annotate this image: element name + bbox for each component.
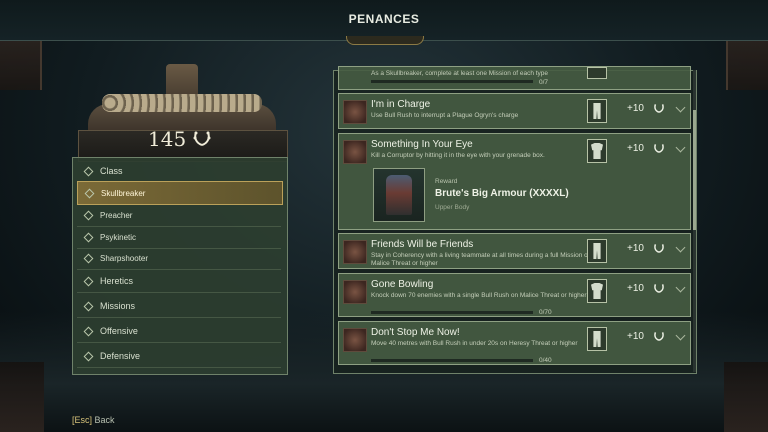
shrine-skulls — [102, 94, 262, 112]
category-label: Defensive — [100, 351, 141, 361]
penance-desc: Stay in Coherency with a living teammate… — [371, 252, 592, 267]
penance-desc: As a Skullbreaker, complete at least one… — [371, 70, 549, 77]
laurel-icon — [654, 332, 664, 341]
penance-card-gone-bowling[interactable]: Gone Bowling Knock down 70 enemies with … — [338, 273, 691, 317]
progress-bar — [371, 359, 533, 362]
progress-value: 0/70 — [539, 309, 552, 316]
category-label: Missions — [100, 301, 136, 311]
penance-desc: Use Bull Rush to interrupt a Plague Ogry… — [371, 112, 519, 119]
diamond-bullet-icon — [83, 253, 94, 263]
back-key-hint: [Esc] — [72, 415, 93, 425]
progress-value: 0/7 — [539, 79, 549, 86]
penance-card-skullbreaker-missions[interactable]: As a Skullbreaker, complete at least one… — [338, 66, 691, 90]
chevron-down-icon[interactable] — [675, 282, 686, 293]
category-label: Psykinetic — [100, 232, 137, 242]
reward-kicker: Reward — [435, 178, 458, 185]
penance-points: +10 — [627, 283, 644, 294]
category-label: Heretics — [100, 276, 134, 286]
penance-name: Friends Will be Friends — [371, 239, 474, 250]
category-label: Preacher — [100, 210, 133, 220]
penance-card-friends-will-be-friends[interactable]: Friends Will be Friends Stay in Coherenc… — [338, 233, 691, 269]
reward-slot — [587, 67, 607, 79]
penance-card-dont-stop-me-now[interactable]: Don't Stop Me Now! Move 40 metres with B… — [338, 321, 691, 365]
chevron-down-icon[interactable] — [675, 242, 686, 253]
chevron-down-icon[interactable] — [675, 102, 686, 113]
penance-name: Something In Your Eye — [371, 139, 473, 150]
penance-icon — [343, 328, 367, 352]
category-item-offensive[interactable]: Offensive — [77, 320, 281, 343]
diamond-bullet-icon — [83, 301, 94, 311]
legs-icon — [587, 239, 607, 263]
category-item-preacher[interactable]: Preacher — [77, 204, 281, 227]
torso-icon — [587, 139, 607, 163]
legs-icon — [587, 99, 607, 123]
torso-icon — [587, 279, 607, 303]
penance-points: +10 — [627, 143, 644, 154]
penance-card-something-in-your-eye[interactable]: Something In Your Eye Kill a Corruptor b… — [338, 133, 691, 230]
diamond-bullet-icon — [83, 210, 94, 220]
penance-points-total: 145 — [148, 127, 187, 151]
category-label: Sharpshooter — [100, 253, 149, 263]
diamond-bullet-icon — [83, 351, 94, 361]
diamond-bullet-icon — [83, 166, 94, 176]
reward-preview-image — [373, 168, 425, 222]
progress-bar — [371, 80, 533, 83]
penance-icon — [343, 140, 367, 164]
armour-figure — [386, 175, 412, 215]
diamond-bullet-icon — [84, 188, 95, 198]
category-item-heretics[interactable]: Heretics — [77, 270, 281, 293]
diamond-bullet-icon — [83, 326, 94, 336]
penance-name: I'm in Charge — [371, 99, 431, 110]
category-item-skullbreaker[interactable]: Skullbreaker — [77, 181, 283, 205]
category-label: Class — [100, 166, 123, 176]
penance-points: +10 — [627, 103, 644, 114]
category-item-class[interactable]: Class — [77, 160, 281, 183]
category-label: Skullbreaker — [101, 188, 146, 198]
penance-points: +10 — [627, 331, 644, 342]
category-item-missions[interactable]: Missions — [77, 295, 281, 318]
legs-icon — [587, 327, 607, 351]
penance-icon — [343, 280, 367, 304]
laurel-icon — [654, 244, 664, 253]
back-label: Back — [94, 415, 115, 425]
chevron-down-icon[interactable] — [675, 142, 686, 153]
back-button[interactable]: [Esc] Back — [72, 415, 115, 425]
top-bar: PENANCES — [0, 0, 768, 41]
diamond-bullet-icon — [83, 276, 94, 286]
gothic-ornament-bottom-right — [724, 362, 768, 432]
laurel-icon — [654, 284, 664, 293]
chevron-down-icon[interactable] — [675, 330, 686, 341]
gothic-ornament-bottom-left — [0, 362, 44, 432]
category-item-psykinetic[interactable]: Psykinetic — [77, 226, 281, 249]
penance-icon — [343, 240, 367, 264]
progress-value: 0/40 — [539, 357, 552, 364]
penance-card-im-in-charge[interactable]: I'm in Charge Use Bull Rush to interrupt… — [338, 93, 691, 129]
penance-name: Don't Stop Me Now! — [371, 327, 460, 338]
reward-name: Brute's Big Armour (XXXXL) — [435, 188, 569, 199]
penance-desc: Knock down 70 enemies with a single Bull… — [371, 292, 587, 299]
category-item-defensive[interactable]: Defensive — [77, 345, 281, 368]
laurel-icon — [193, 131, 211, 146]
penance-name: Gone Bowling — [371, 279, 434, 290]
page-title: PENANCES — [348, 12, 420, 26]
scrollbar-thumb[interactable] — [693, 110, 696, 230]
progress-bar — [371, 311, 533, 314]
laurel-icon — [654, 144, 664, 153]
category-item-sharpshooter[interactable]: Sharpshooter — [77, 247, 281, 270]
penance-points: +10 — [627, 243, 644, 254]
reward-type: Upper Body — [435, 204, 470, 211]
diamond-bullet-icon — [83, 232, 94, 242]
penance-desc: Move 40 metres with Bull Rush in under 2… — [371, 340, 578, 347]
category-label: Offensive — [100, 326, 138, 336]
penance-desc: Kill a Corruptor by hitting it in the ey… — [371, 152, 545, 159]
title-ornament — [346, 36, 424, 45]
laurel-icon — [654, 104, 664, 113]
penance-icon — [343, 100, 367, 124]
